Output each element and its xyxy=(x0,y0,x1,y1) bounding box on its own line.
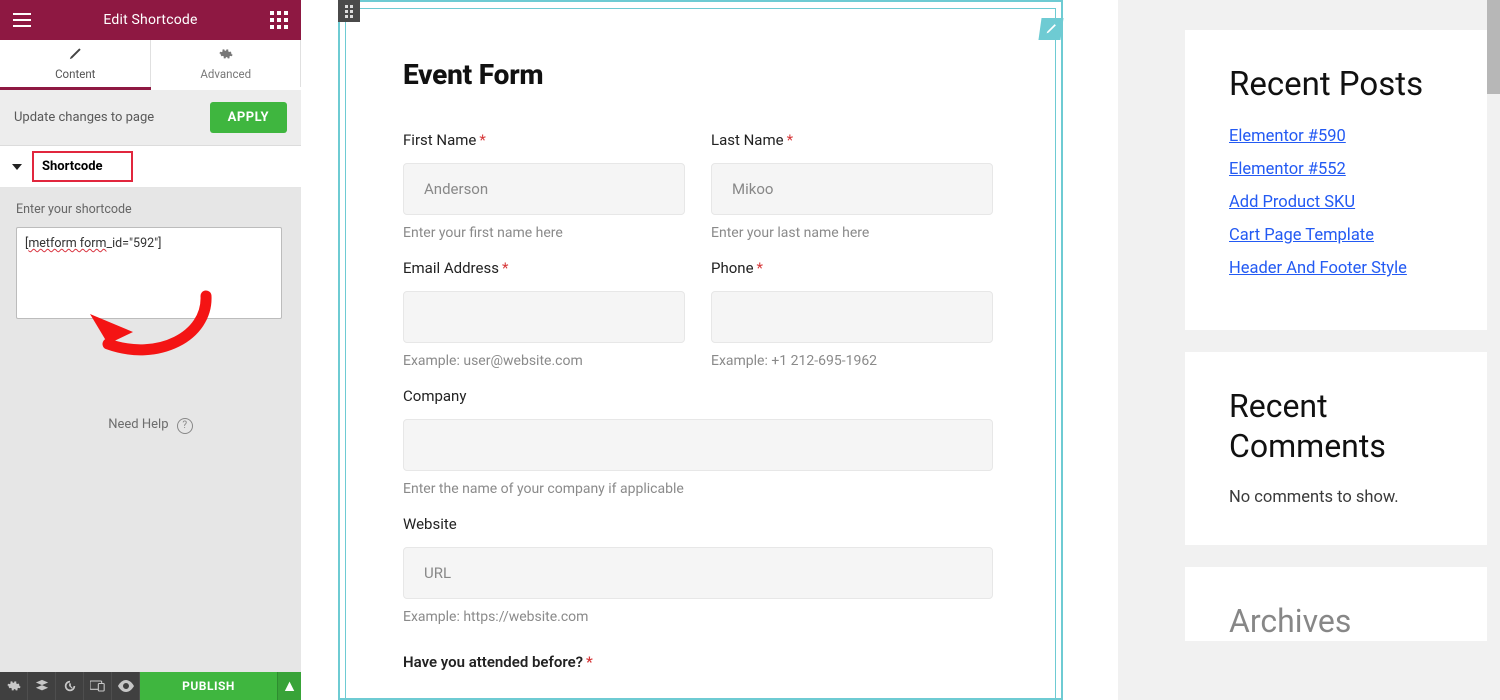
first-name-hint: Enter your first name here xyxy=(403,225,685,241)
canvas: Event Form First Name* Enter your first … xyxy=(301,0,1118,700)
gutter xyxy=(1118,0,1185,700)
pencil-icon xyxy=(68,47,82,65)
tab-advanced-label: Advanced xyxy=(200,67,251,81)
tab-advanced[interactable]: Advanced xyxy=(151,40,302,90)
help-icon: ? xyxy=(177,418,193,434)
post-link[interactable]: Elementor #552 xyxy=(1229,160,1448,179)
company-hint: Enter the name of your company if applic… xyxy=(403,481,993,497)
email-label: Email Address* xyxy=(403,259,685,277)
update-row: Update changes to page APPLY xyxy=(0,90,301,146)
company-input[interactable] xyxy=(403,419,993,471)
post-link[interactable]: Cart Page Template xyxy=(1229,226,1448,245)
apply-button[interactable]: APPLY xyxy=(210,102,287,133)
section-drag-handle[interactable] xyxy=(338,0,360,22)
panel-footer: PUBLISH ▲ xyxy=(0,672,301,700)
website-input[interactable] xyxy=(403,547,993,599)
recent-posts-list: Elementor #590 Elementor #552 Add Produc… xyxy=(1229,127,1448,278)
post-link[interactable]: Header And Footer Style xyxy=(1229,259,1448,278)
edit-widget-handle[interactable] xyxy=(1038,18,1063,40)
panel-title: Edit Shortcode xyxy=(103,12,197,28)
panel-header: Edit Shortcode xyxy=(0,0,301,40)
need-help-link[interactable]: Need Help ? xyxy=(16,395,285,434)
editor-panel: Edit Shortcode Content Advanced Update c… xyxy=(0,0,301,700)
website-label: Website xyxy=(403,515,993,533)
preview-sidebar: Recent Posts Elementor #590 Elementor #5… xyxy=(1185,0,1492,700)
recent-comments-widget: Recent Comments No comments to show. xyxy=(1185,352,1492,545)
last-name-label: Last Name* xyxy=(711,131,993,149)
responsive-icon[interactable] xyxy=(84,672,112,700)
last-name-input[interactable] xyxy=(711,163,993,215)
attended-label: Have you attended before?* xyxy=(403,653,993,671)
archives-widget: Archives xyxy=(1185,567,1492,641)
last-name-hint: Enter your last name here xyxy=(711,225,993,241)
shortcode-field-label: Enter your shortcode xyxy=(16,202,285,217)
panel-body: Enter your shortcode [metform form_id="5… xyxy=(0,188,301,672)
phone-label: Phone* xyxy=(711,259,993,277)
archives-title: Archives xyxy=(1229,601,1448,641)
first-name-label: First Name* xyxy=(403,131,685,149)
gear-icon xyxy=(219,47,233,65)
recent-posts-widget: Recent Posts Elementor #590 Elementor #5… xyxy=(1185,30,1492,330)
history-icon[interactable] xyxy=(56,672,84,700)
update-text: Update changes to page xyxy=(14,110,154,125)
hamburger-icon[interactable] xyxy=(8,6,36,34)
navigator-icon[interactable] xyxy=(28,672,56,700)
tab-content[interactable]: Content xyxy=(0,40,151,90)
no-comments-text: No comments to show. xyxy=(1229,488,1448,507)
form-title: Event Form xyxy=(403,58,993,91)
first-name-input[interactable] xyxy=(403,163,685,215)
caret-down-icon xyxy=(12,164,22,170)
email-input[interactable] xyxy=(403,291,685,343)
phone-hint: Example: +1 212-695-1962 xyxy=(711,353,993,369)
company-label: Company xyxy=(403,387,993,405)
scrollbar[interactable] xyxy=(1487,0,1500,700)
preview-icon[interactable] xyxy=(112,672,140,700)
settings-icon[interactable] xyxy=(0,672,28,700)
panel-tabs: Content Advanced xyxy=(0,40,301,90)
need-help-label: Need Help xyxy=(108,417,168,432)
website-hint: Example: https://website.com xyxy=(403,609,993,625)
tab-content-label: Content xyxy=(55,67,95,81)
publish-button[interactable]: PUBLISH xyxy=(140,672,277,700)
post-link[interactable]: Add Product SKU xyxy=(1229,193,1448,212)
scrollbar-thumb[interactable] xyxy=(1487,0,1500,94)
post-link[interactable]: Elementor #590 xyxy=(1229,127,1448,146)
section-title-shortcode: Shortcode xyxy=(32,151,133,182)
section-shortcode-head[interactable]: Shortcode xyxy=(0,146,301,188)
widgets-grid-icon[interactable] xyxy=(265,6,293,34)
publish-options-button[interactable]: ▲ xyxy=(277,672,301,700)
event-form: Event Form First Name* Enter your first … xyxy=(403,58,993,685)
email-hint: Example: user@website.com xyxy=(403,353,685,369)
phone-input[interactable] xyxy=(711,291,993,343)
shortcode-textarea[interactable]: [metform form_id="592"] xyxy=(16,227,282,319)
recent-posts-title: Recent Posts xyxy=(1229,64,1448,105)
recent-comments-title: Recent Comments xyxy=(1229,386,1448,466)
